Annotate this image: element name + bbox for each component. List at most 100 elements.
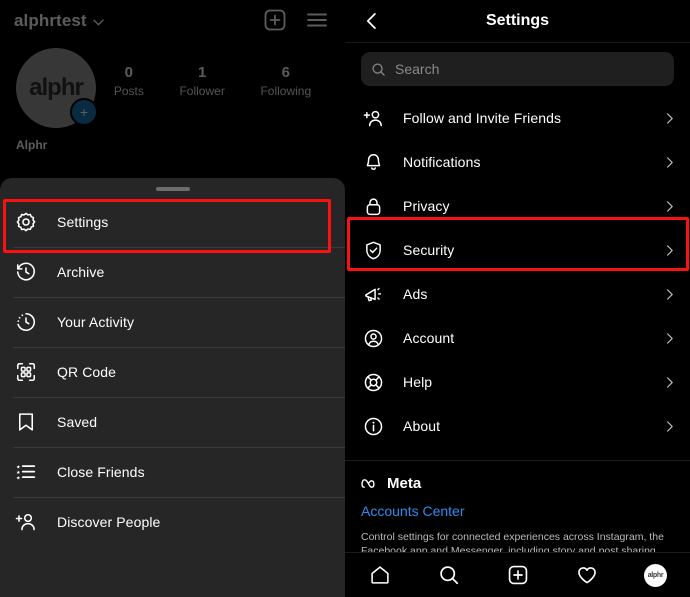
stat-following[interactable]: 6 Following (260, 64, 311, 100)
chevron-down-icon[interactable] (93, 19, 104, 26)
megaphone-icon (361, 282, 385, 306)
profile-menu-sheet: Settings Archive Your Activity QR Code S… (0, 178, 345, 597)
add-to-story-badge[interactable]: + (70, 98, 98, 126)
sheet-item-label: Close Friends (57, 464, 145, 480)
settings-header: Settings (345, 0, 690, 43)
search-input[interactable]: Search (361, 52, 674, 86)
bell-icon (361, 150, 385, 174)
settings-item-help[interactable]: Help (345, 360, 690, 404)
stat-label: Posts (113, 84, 144, 98)
chevron-right-icon (663, 376, 676, 389)
stat-label: Following (260, 84, 312, 98)
sheet-item-settings[interactable]: Settings (0, 197, 345, 247)
sheet-item-label: Archive (57, 264, 105, 280)
page-title: Settings (485, 12, 550, 29)
settings-item-ads[interactable]: Ads (345, 272, 690, 316)
profile-avatar-circle: alphr (644, 563, 667, 587)
profile-row: alphr + 0 Posts 1 Follower 6 Following (0, 42, 345, 128)
qr-code-icon (13, 359, 39, 385)
sheet-drag-handle[interactable] (155, 187, 190, 191)
stat-value: 6 (281, 64, 290, 81)
profile-avatar[interactable]: alphr (636, 555, 676, 595)
settings-item-follow-and-invite-friends[interactable]: Follow and Invite Friends (345, 96, 690, 140)
stat-value: 0 (124, 64, 133, 81)
home-icon[interactable] (360, 555, 400, 595)
plus-square-icon[interactable] (498, 555, 538, 595)
profile-header: alphrtest (0, 0, 345, 42)
sheet-item-label: Saved (57, 414, 98, 430)
sheet-item-archive[interactable]: Archive (0, 247, 345, 297)
meta-brand-name: Meta (387, 475, 422, 492)
settings-item-label: About (403, 418, 441, 434)
sheet-item-qr-code[interactable]: QR Code (0, 347, 345, 397)
settings-item-label: Security (403, 242, 455, 258)
lock-icon (361, 194, 385, 218)
info-circle-icon (361, 414, 385, 438)
avatar[interactable]: alphr + (16, 48, 98, 128)
bottom-navigation-bar: alphr (345, 552, 690, 597)
archive-clock-icon (13, 259, 39, 285)
settings-list: Follow and Invite Friends Notifications (345, 92, 690, 448)
profile-avatar-text: alphr (647, 571, 664, 579)
chevron-right-icon (663, 288, 676, 301)
settings-item-label: Privacy (403, 198, 450, 214)
chevron-right-icon (663, 200, 676, 213)
stat-label: Follower (179, 84, 225, 98)
settings-item-account[interactable]: Account (345, 316, 690, 360)
sheet-item-label: Settings (57, 214, 109, 230)
screenshot-root: alphrtest alphr + 0 Posts 1 Follower 6 F… (0, 0, 690, 597)
username-label[interactable]: alphrtest (14, 11, 87, 31)
chevron-right-icon (663, 156, 676, 169)
search-placeholder: Search (395, 61, 440, 77)
avatar-text: alphr (29, 74, 84, 101)
sheet-item-saved[interactable]: Saved (0, 397, 345, 447)
sheet-item-your-activity[interactable]: Your Activity (0, 297, 345, 347)
settings-item-privacy[interactable]: Privacy (345, 184, 690, 228)
gear-icon (13, 209, 39, 235)
chevron-left-icon[interactable] (355, 0, 389, 42)
settings-item-label: Ads (403, 286, 428, 302)
sheet-item-label: QR Code (57, 364, 117, 380)
settings-item-label: Account (403, 330, 455, 346)
hamburger-menu-icon[interactable] (305, 8, 331, 34)
sheet-menu-list: Settings Archive Your Activity QR Code S… (0, 197, 345, 547)
settings-item-notifications[interactable]: Notifications (345, 140, 690, 184)
settings-item-about[interactable]: About (345, 404, 690, 448)
search-icon[interactable] (429, 555, 469, 595)
settings-item-label: Help (403, 374, 433, 390)
sheet-item-label: Discover People (57, 514, 161, 530)
meta-infinity-icon (361, 477, 381, 490)
sheet-item-discover-people[interactable]: Discover People (0, 497, 345, 547)
bookmark-icon (13, 409, 39, 435)
left-phone-screen: alphrtest alphr + 0 Posts 1 Follower 6 F… (0, 0, 345, 597)
sheet-item-label: Your Activity (57, 314, 135, 330)
settings-item-label: Follow and Invite Friends (403, 110, 562, 126)
settings-item-label: Notifications (403, 154, 481, 170)
settings-item-security[interactable]: Security (345, 228, 690, 272)
chevron-right-icon (663, 420, 676, 433)
add-person-icon (13, 509, 39, 535)
chevron-right-icon (663, 332, 676, 345)
profile-stats: 0 Posts 1 Follower 6 Following (96, 48, 329, 100)
shield-check-icon (361, 238, 385, 262)
accounts-center-link[interactable]: Accounts Center (361, 503, 674, 519)
settings-screen: Settings Search Follow and Invite Friend… (345, 0, 690, 597)
activity-clock-icon (13, 309, 39, 335)
chevron-right-icon (663, 112, 676, 125)
stat-followers[interactable]: 1 Follower (179, 64, 224, 100)
meta-brand-row: Meta (361, 475, 674, 492)
add-person-icon (361, 106, 385, 130)
heart-icon[interactable] (567, 555, 607, 595)
close-friends-list-icon (13, 459, 39, 485)
stat-posts[interactable]: 0 Posts (114, 64, 144, 100)
life-ring-icon (361, 370, 385, 394)
chevron-right-icon (663, 244, 676, 257)
profile-section-dimmed: alphrtest alphr + 0 Posts 1 Follower 6 F… (0, 0, 345, 178)
plus-square-icon[interactable] (263, 8, 289, 34)
stat-value: 1 (197, 64, 207, 81)
search-container: Search (345, 43, 690, 92)
account-circle-icon (361, 326, 385, 350)
search-icon (371, 62, 386, 77)
profile-display-name: Alphr (16, 138, 48, 152)
sheet-item-close-friends[interactable]: Close Friends (0, 447, 345, 497)
